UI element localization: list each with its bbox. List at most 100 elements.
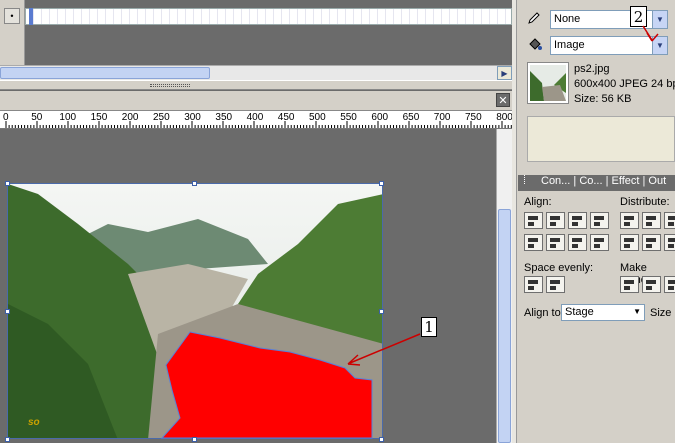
file-size: Size: 56 KB — [574, 93, 632, 105]
align-glyph-icon — [594, 244, 600, 248]
align-glyph-icon — [528, 216, 538, 220]
distribute-button[interactable] — [620, 234, 639, 251]
align-glyph-icon — [624, 280, 634, 284]
callout-2-arrow-icon — [642, 25, 659, 42]
stroke-select-value: None — [554, 13, 581, 25]
ruler-tick-label: 50 — [31, 112, 43, 123]
ruler-tick-label: 350 — [215, 112, 233, 123]
align-button[interactable] — [568, 234, 587, 251]
splitter[interactable] — [0, 80, 512, 90]
vertical-scrollbar-thumb[interactable] — [498, 209, 511, 443]
selection-handle[interactable] — [192, 181, 197, 186]
align-glyph-icon — [528, 238, 538, 242]
align-glyph-icon — [550, 280, 560, 284]
playhead[interactable] — [29, 8, 33, 25]
align-to-label: Align to: — [524, 307, 564, 319]
distribute-button[interactable] — [642, 212, 661, 229]
distribute-button[interactable] — [664, 234, 675, 251]
document-titlebar: ✕ — [0, 91, 512, 111]
align-button[interactable] — [590, 234, 609, 251]
timeline-frames[interactable] — [25, 8, 512, 25]
align-glyph-icon — [668, 216, 675, 220]
distribute-button[interactable] — [642, 234, 661, 251]
selection-handle[interactable] — [5, 437, 10, 442]
align-glyph-icon — [528, 286, 534, 290]
ruler-tick-label: 0 — [3, 112, 9, 123]
dropdown-arrow-icon[interactable]: ▼ — [633, 307, 641, 316]
align-glyph-icon — [668, 244, 674, 248]
selection-handle[interactable] — [5, 309, 10, 314]
align-glyph-icon — [572, 238, 582, 242]
preview-box — [527, 116, 675, 162]
ruler-tick-label: 200 — [121, 112, 139, 123]
align-button[interactable] — [590, 212, 609, 229]
ruler-tick-label: 100 — [59, 112, 77, 123]
selection-handle[interactable] — [379, 181, 384, 186]
ruler-tick-label: 250 — [153, 112, 170, 123]
align-glyph-icon — [528, 222, 534, 226]
align-glyph-icon — [624, 238, 634, 242]
align-label: Align: — [524, 196, 552, 208]
align-glyph-icon — [550, 222, 556, 226]
align-glyph-icon — [646, 222, 652, 226]
vertical-scrollbar[interactable] — [496, 129, 512, 443]
ruler-tick-label: 750 — [465, 112, 482, 123]
paint-bucket-icon — [527, 37, 542, 52]
selection-handle[interactable] — [379, 437, 384, 442]
align-glyph-icon — [646, 280, 656, 284]
distribute-button[interactable] — [620, 212, 639, 229]
make-same-button[interactable] — [620, 276, 639, 293]
space-evenly-button[interactable] — [546, 276, 565, 293]
align-glyph-icon — [594, 216, 604, 220]
space-evenly-button[interactable] — [524, 276, 543, 293]
align-glyph-icon — [624, 222, 630, 226]
distribute-button[interactable] — [664, 212, 675, 229]
timeline-dot-button[interactable]: • — [4, 8, 20, 24]
scroll-right-button[interactable]: ▶ — [497, 66, 512, 80]
selection-handle[interactable] — [379, 309, 384, 314]
make-same-button[interactable] — [664, 276, 675, 293]
align-glyph-icon — [668, 286, 674, 290]
ruler-tick-label: 800 — [496, 112, 512, 123]
align-glyph-icon — [668, 222, 674, 226]
ruler-tick-label: 150 — [90, 112, 108, 123]
file-name: ps2.jpg — [574, 63, 610, 75]
ruler-tick-label: 400 — [246, 112, 264, 123]
align-glyph-icon — [646, 244, 652, 248]
align-button[interactable] — [546, 234, 565, 251]
space-evenly-label: Space evenly: — [524, 262, 594, 274]
file-meta: 600x400 JPEG 24 bpp — [574, 78, 675, 90]
ruler-tick-label: 450 — [277, 112, 295, 123]
align-glyph-icon — [624, 216, 634, 220]
align-panel-tabs[interactable]: Con... | Co... | Effect | Out — [518, 175, 675, 191]
splitter-grip-icon — [150, 84, 190, 87]
align-button[interactable] — [524, 212, 543, 229]
align-glyph-icon — [528, 280, 538, 284]
selection-handle[interactable] — [5, 181, 10, 186]
callout-1-arrow-icon — [347, 333, 421, 366]
align-glyph-icon — [668, 280, 675, 284]
align-glyph-icon — [646, 216, 656, 220]
panel-grip-icon — [524, 175, 527, 184]
watermark-label: so — [28, 417, 40, 428]
align-glyph-icon — [594, 222, 600, 226]
align-glyph-icon — [572, 216, 582, 220]
align-glyph-icon — [550, 244, 556, 248]
align-button[interactable] — [568, 212, 587, 229]
ruler-tick-label: 600 — [371, 112, 389, 123]
align-glyph-icon — [572, 244, 578, 248]
align-to-select[interactable]: Stage ▼ — [561, 304, 645, 321]
align-button[interactable] — [546, 212, 565, 229]
fill-select-value: Image — [554, 39, 585, 51]
align-glyph-icon — [646, 238, 656, 242]
image-thumbnail — [527, 62, 569, 104]
close-icon[interactable]: ✕ — [496, 93, 510, 107]
scrollbar-thumb[interactable] — [0, 67, 210, 79]
make-same-button[interactable] — [642, 276, 661, 293]
selection-handle[interactable] — [192, 437, 197, 442]
timeline-scrollbar[interactable]: ▶ — [0, 65, 512, 80]
ruler-tick-label: 700 — [433, 112, 451, 123]
tabs-label: Con... | Co... | Effect | Out — [541, 175, 667, 187]
distribute-label: Distribute: — [620, 196, 670, 208]
align-button[interactable] — [524, 234, 543, 251]
